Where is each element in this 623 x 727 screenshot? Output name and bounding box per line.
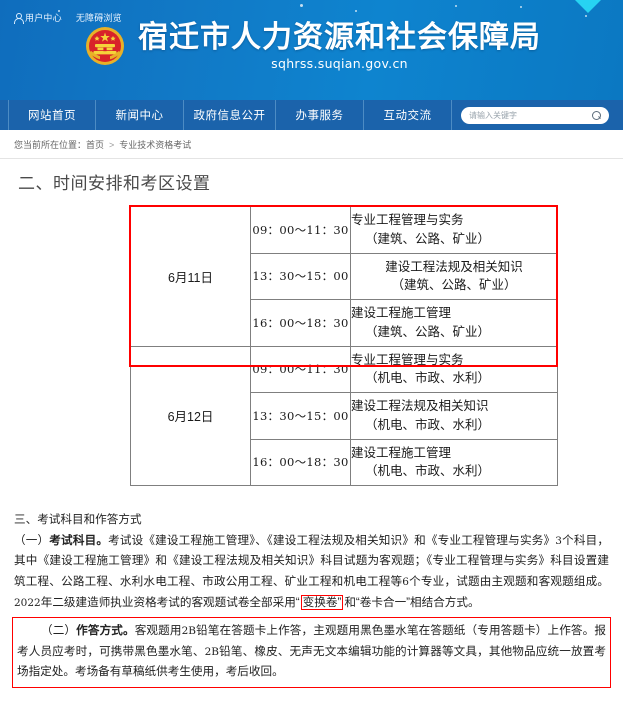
breadcrumb-prefix: 您当前所在位置： (14, 140, 87, 150)
site-title: 宿迁市人力资源和社会保障局 (138, 20, 541, 55)
table-row: 6月12日 09：00～11：30 专业工程管理与实务 （机电、市政、水利） (130, 345, 558, 486)
heading-3: 三、考试科目和作答方式 (14, 513, 142, 526)
cell-date-day2: 6月12日 (130, 345, 251, 486)
nav-item-news[interactable]: 新闻中心 (96, 100, 184, 130)
nav-search-area (452, 100, 623, 130)
nav-item-services[interactable]: 办事服务 (276, 100, 364, 130)
subject-scope: （建筑、公路、矿业） (365, 231, 491, 246)
search-input[interactable] (469, 110, 592, 120)
search-icon[interactable] (592, 110, 601, 120)
para1-label: （一） (14, 533, 50, 547)
subject-scope: （机电、市政、水利） (365, 417, 491, 432)
cell-subject: 建设工程法规及相关知识 （建筑、公路、矿业） (350, 252, 558, 300)
para2-bold: 作答方式。 (76, 624, 135, 638)
breadcrumb-item-home[interactable]: 首页 (86, 140, 104, 150)
para2-a: 客观题用 (134, 624, 182, 638)
nav-item-gov-info[interactable]: 政府信息公开 (184, 100, 276, 130)
site-banner: 用户中心 无障碍浏览 宿迁市人力资源和社会保障局 sqhrss.suqian.g… (0, 0, 623, 100)
para1-e: 和“卷卡合一”相结合方式。 (344, 595, 480, 609)
nav-item-home[interactable]: 网站首页 (8, 100, 96, 130)
article-body: 三、考试科目和作答方式 （一）考试科目。考试设《建设工程施工管理》、《建设工程法… (14, 510, 609, 613)
page-title: 二、时间安排和考区设置 (18, 174, 211, 193)
para1-c: 个专业，试题由主观题和客观题组成。 (408, 574, 609, 588)
brand-block: 宿迁市人力资源和社会保障局 sqhrss.suqian.gov.cn (0, 20, 623, 72)
para1-a: 考试设《建设工程施工管理》、《建设工程法规及相关知识》和《专业工程管理与实务》 (108, 533, 556, 547)
decorative-dot (355, 10, 357, 12)
subject-scope: （建筑、公路、矿业） (391, 278, 517, 293)
user-icon (14, 13, 24, 24)
decorative-dot (520, 6, 522, 8)
para1-num2: 6 (402, 575, 409, 588)
cell-time: 09：00～11：30 (250, 345, 351, 393)
para1-num1: 3 (555, 534, 562, 547)
decorative-dot (585, 15, 587, 17)
paragraph-answer-method-boxed: （二）作答方式。客观题用2B铅笔在答题卡上作答，主观题用黑色墨水笔在答题纸（专用… (12, 617, 611, 688)
cell-subject: 专业工程管理与实务 （机电、市政、水利） (350, 345, 558, 393)
exam-schedule-table: 6月11日 09：00～11：30 专业工程管理与实务 （建筑、公路、矿业） 1… (130, 206, 558, 486)
table-row: 6月11日 09：00～11：30 专业工程管理与实务 （建筑、公路、矿业） (130, 206, 558, 347)
national-emblem-icon (82, 24, 128, 70)
para1-bold: 考试科目。 (49, 533, 109, 547)
main-navigation: 网站首页 新闻中心 政府信息公开 办事服务 互动交流 (0, 100, 623, 130)
cell-time: 16：00～18：30 (250, 438, 351, 486)
subject-scope: （机电、市政、水利） (365, 371, 491, 386)
subject-name: 专业工程管理与实务 (351, 213, 464, 227)
breadcrumb-item-current[interactable]: 专业技术资格考试 (119, 140, 191, 150)
cell-time: 13：30～15：00 (250, 392, 351, 440)
decorative-triangle (575, 0, 601, 13)
breadcrumb: 您当前所在位置：首页 > 专业技术资格考试 (14, 138, 623, 151)
para2-num1: 2B (181, 625, 196, 638)
nav-item-interaction[interactable]: 互动交流 (364, 100, 452, 130)
search-box[interactable] (461, 106, 609, 124)
cell-subject: 建设工程施工管理 （机电、市政、水利） (350, 438, 558, 486)
breadcrumb-separator: > (109, 140, 115, 150)
subject-scope: （机电、市政、水利） (365, 464, 491, 479)
cell-time: 09：00～11：30 (250, 206, 351, 254)
cell-subject: 建设工程法规及相关知识 （机电、市政、水利） (350, 392, 558, 440)
paragraph-exam-subjects: （一）考试科目。考试设《建设工程施工管理》、《建设工程法规及相关知识》和《专业工… (14, 531, 609, 614)
cell-subject: 专业工程管理与实务 （建筑、公路、矿业） (350, 206, 558, 254)
breadcrumb-bar: 您当前所在位置：首页 > 专业技术资格考试 (0, 130, 623, 159)
cell-time: 16：00～18：30 (250, 299, 351, 347)
brand-text: 宿迁市人力资源和社会保障局 sqhrss.suqian.gov.cn (138, 20, 541, 72)
cell-subject: 建设工程施工管理 （建筑、公路、矿业） (350, 299, 558, 347)
decorative-dot (455, 5, 457, 7)
para2-num2: 2B (204, 645, 220, 658)
subject-name: 建设工程施工管理 (351, 306, 452, 320)
highlight-bianhuanjuan: 变换卷” (300, 594, 344, 610)
para1-num3: 2022 (14, 596, 41, 609)
subject-name: 建设工程施工管理 (351, 445, 452, 460)
cell-time: 13：30～15：00 (250, 252, 351, 300)
para1-d: 年二级建造师执业资格考试的客观题试卷全部采用“ (40, 595, 300, 609)
schedule-table-wrap: 6月11日 09：00～11：30 专业工程管理与实务 （建筑、公路、矿业） 1… (129, 205, 623, 486)
cell-date-day1: 6月11日 (130, 206, 251, 347)
para2-label: （二） (41, 624, 77, 638)
faded-text-line (14, 490, 609, 500)
site-url: sqhrss.suqian.gov.cn (271, 56, 408, 72)
subject-scope: （建筑、公路、矿业） (365, 324, 491, 339)
subject-name: 建设工程法规及相关知识 (385, 259, 523, 274)
subject-name: 专业工程管理与实务 (351, 352, 464, 367)
decorative-dot (300, 4, 303, 7)
subject-name: 建设工程法规及相关知识 (351, 399, 489, 413)
